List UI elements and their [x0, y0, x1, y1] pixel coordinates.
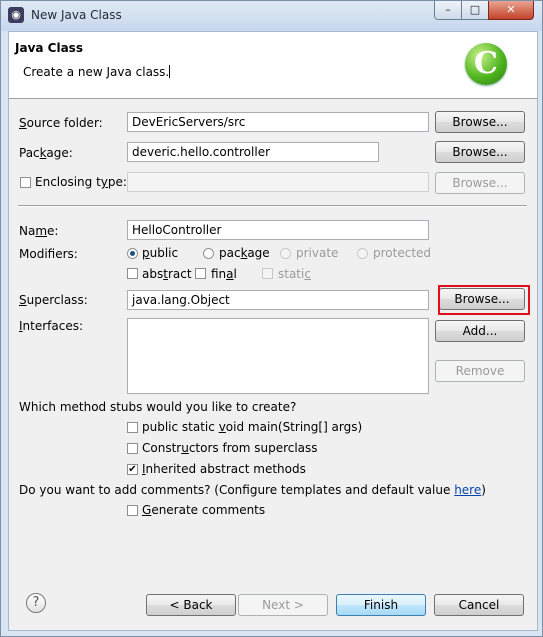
section-divider: [18, 205, 527, 207]
final-label: final: [211, 267, 237, 281]
next-button[interactable]: Next >: [238, 594, 328, 616]
private-radio-label: private: [296, 246, 339, 260]
package-label: Package:: [19, 146, 73, 160]
enclosing-type-label: Enclosing type:: [35, 175, 127, 189]
title-bar[interactable]: ◉ New Java Class – □ ✕: [1, 1, 542, 31]
private-radio[interactable]: [280, 248, 291, 259]
package-radio[interactable]: [203, 248, 214, 259]
remove-interface-button[interactable]: Remove: [435, 360, 525, 382]
superclass-label: Superclass:: [19, 293, 88, 307]
java-class-logo-icon: C: [465, 43, 507, 85]
enclosing-type-browse-button[interactable]: Browse...: [435, 172, 525, 194]
eclipse-icon: ◉: [8, 7, 24, 23]
dialog-body: Java Class Create a new Java class. C So…: [8, 31, 538, 631]
interfaces-list[interactable]: [127, 318, 429, 394]
dialog-window: ◉ New Java Class – □ ✕ Java Class Create…: [0, 0, 543, 637]
add-interface-button[interactable]: Add...: [435, 320, 525, 342]
inherited-methods-checkbox[interactable]: ✔: [127, 464, 138, 475]
minimize-button[interactable]: –: [434, 1, 462, 20]
generate-comments-checkbox[interactable]: [127, 505, 138, 516]
comments-question: Do you want to add comments? (Configure …: [19, 483, 486, 497]
class-name-input[interactable]: HelloController: [127, 220, 429, 240]
window-title: New Java Class: [31, 8, 122, 22]
enclosing-type-input[interactable]: [127, 172, 429, 192]
abstract-label: abstract: [142, 267, 192, 281]
help-icon[interactable]: ?: [26, 593, 46, 613]
public-radio-label: public: [142, 246, 179, 260]
close-button[interactable]: ✕: [488, 1, 534, 20]
enclosing-type-checkbox[interactable]: [20, 177, 31, 188]
final-checkbox[interactable]: [195, 268, 206, 279]
constructors-checkbox[interactable]: [127, 443, 138, 454]
abstract-checkbox[interactable]: [127, 268, 138, 279]
protected-radio[interactable]: [357, 248, 368, 259]
name-label: Name:: [19, 224, 59, 238]
templates-here-link[interactable]: here: [454, 483, 481, 497]
static-label: static: [278, 267, 311, 281]
source-folder-label: Source folder:: [19, 116, 103, 130]
cancel-button[interactable]: Cancel: [434, 594, 524, 616]
inherited-methods-label: Inherited abstract methods: [142, 462, 306, 476]
main-method-checkbox[interactable]: [127, 422, 138, 433]
banner-message: Create a new Java class.: [23, 65, 171, 79]
source-folder-input[interactable]: DevEricServers/src: [127, 112, 429, 132]
stubs-question: Which method stubs would you like to cre…: [19, 400, 297, 414]
generate-comments-label: Generate comments: [142, 503, 266, 517]
maximize-button[interactable]: □: [461, 1, 489, 20]
modifiers-label: Modifiers:: [19, 247, 78, 261]
main-method-label: public static void main(String[] args): [142, 420, 363, 434]
package-browse-button[interactable]: Browse...: [435, 141, 525, 163]
wizard-banner: Java Class Create a new Java class. C: [9, 32, 537, 99]
finish-button[interactable]: Finish: [336, 594, 426, 616]
superclass-input[interactable]: java.lang.Object: [127, 290, 429, 310]
back-button[interactable]: < Back: [146, 594, 236, 616]
package-radio-label: package: [219, 246, 270, 260]
superclass-browse-highlight: [438, 285, 530, 315]
public-radio[interactable]: [127, 248, 138, 259]
protected-radio-label: protected: [373, 246, 432, 260]
interfaces-label: Interfaces:: [19, 319, 84, 333]
text-cursor: [169, 65, 171, 78]
banner-title: Java Class: [15, 41, 83, 55]
static-checkbox[interactable]: [262, 268, 273, 279]
banner-message-text: Create a new Java class.: [23, 65, 170, 79]
constructors-label: Constructors from superclass: [142, 441, 318, 455]
source-folder-browse-button[interactable]: Browse...: [435, 111, 525, 133]
package-input[interactable]: deveric.hello.controller: [127, 142, 379, 162]
